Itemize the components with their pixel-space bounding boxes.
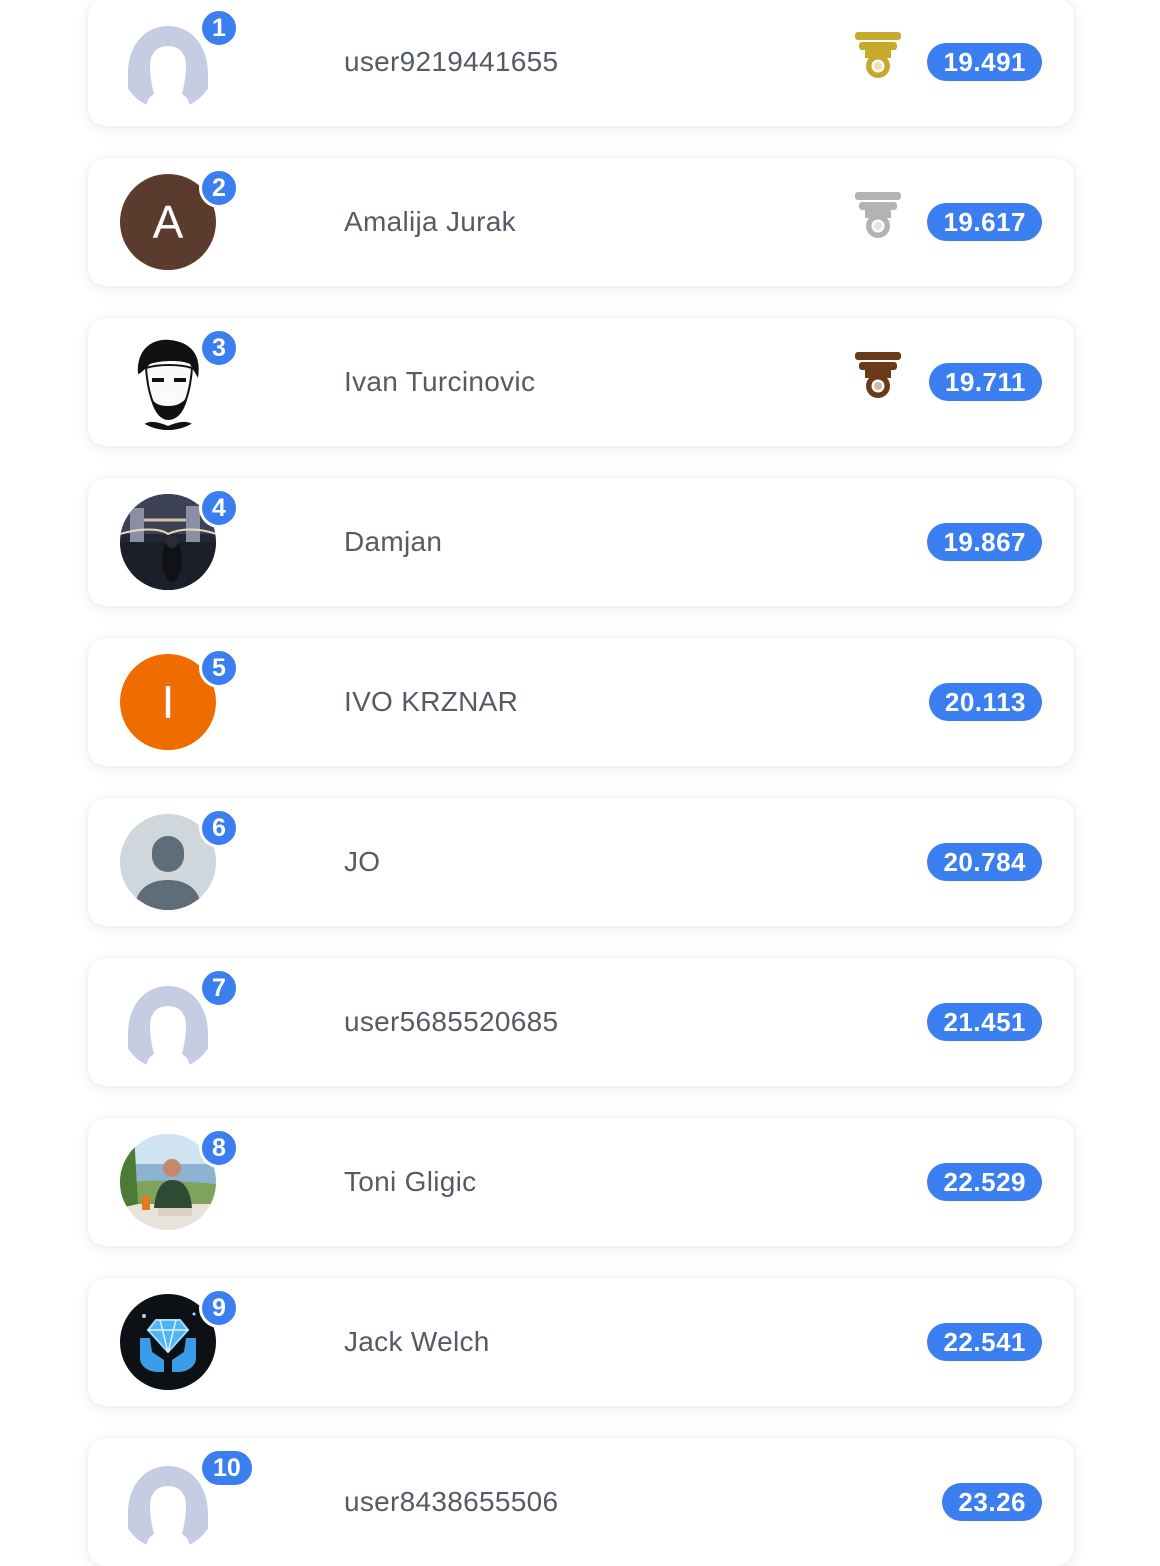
score-badge: 19.867 — [927, 523, 1042, 561]
user-name[interactable]: Jack Welch — [344, 1278, 490, 1406]
leaderboard-row-6[interactable]: 6 JO 20.784 — [88, 798, 1074, 926]
leaderboard-row-4[interactable]: 4 Damjan 19.867 — [88, 478, 1074, 606]
user-name[interactable]: user8438655506 — [344, 1438, 558, 1566]
score-badge: 22.529 — [927, 1163, 1042, 1201]
bronze-medal-icon — [855, 352, 901, 400]
rank-badge: 7 — [199, 968, 239, 1008]
leaderboard-row-3[interactable]: 3 Ivan Turcinovic 19.711 — [88, 318, 1074, 446]
user-name[interactable]: Amalija Jurak — [344, 158, 516, 286]
leaderboard-row-5[interactable]: I 5 IVO KRZNAR 20.113 — [88, 638, 1074, 766]
silver-medal-icon — [855, 192, 901, 240]
score-badge: 19.711 — [928, 363, 1042, 401]
avatar-container: 4 — [120, 488, 239, 590]
user-name[interactable]: Ivan Turcinovic — [344, 318, 535, 446]
rank-badge: 2 — [199, 168, 239, 208]
score-badge: 22.541 — [927, 1323, 1042, 1361]
leaderboard-row-7[interactable]: 7 user5685520685 21.451 — [88, 958, 1074, 1086]
rank-badge: 1 — [199, 8, 239, 48]
avatar-container: 9 — [120, 1288, 239, 1390]
rank-badge: 4 — [199, 488, 239, 528]
user-name[interactable]: JO — [344, 798, 380, 926]
score-badge: 21.451 — [927, 1003, 1042, 1041]
user-name[interactable]: Damjan — [344, 478, 442, 606]
rank-badge: 6 — [199, 808, 239, 848]
avatar-container: 3 — [120, 328, 239, 430]
user-name[interactable]: IVO KRZNAR — [344, 638, 518, 766]
leaderboard-row-10[interactable]: 10 user8438655506 23.26 — [88, 1438, 1074, 1566]
rank-badge: 5 — [199, 648, 239, 688]
leaderboard-row-8[interactable]: 8 Toni Gligic 22.529 — [88, 1118, 1074, 1246]
rank-badge: 10 — [199, 1448, 255, 1488]
rank-badge: 9 — [199, 1288, 239, 1328]
score-badge: 19.617 — [927, 203, 1042, 241]
avatar-container: I 5 — [120, 648, 239, 750]
avatar-container: 8 — [120, 1128, 239, 1230]
rank-badge: 3 — [199, 328, 239, 368]
user-name[interactable]: user5685520685 — [344, 958, 558, 1086]
score-badge: 20.113 — [928, 683, 1042, 721]
score-badge: 19.491 — [927, 43, 1042, 81]
score-badge: 20.784 — [927, 843, 1042, 881]
avatar-container: 6 — [120, 808, 239, 910]
user-name[interactable]: Toni Gligic — [344, 1118, 476, 1246]
avatar-container: 7 — [120, 968, 239, 1070]
avatar-container: 10 — [120, 1448, 255, 1550]
leaderboard-row-2[interactable]: A 2 Amalija Jurak 19.617 — [88, 158, 1074, 286]
rank-badge: 8 — [199, 1128, 239, 1168]
user-name[interactable]: user9219441655 — [344, 0, 558, 126]
gold-medal-icon — [855, 32, 901, 80]
avatar-container: A 2 — [120, 168, 239, 270]
avatar-container: 1 — [120, 8, 239, 110]
leaderboard-row-1[interactable]: 1 user9219441655 19.491 — [88, 0, 1074, 126]
leaderboard-row-9[interactable]: 9 Jack Welch 22.541 — [88, 1278, 1074, 1406]
score-badge: 23.26 — [942, 1483, 1042, 1521]
